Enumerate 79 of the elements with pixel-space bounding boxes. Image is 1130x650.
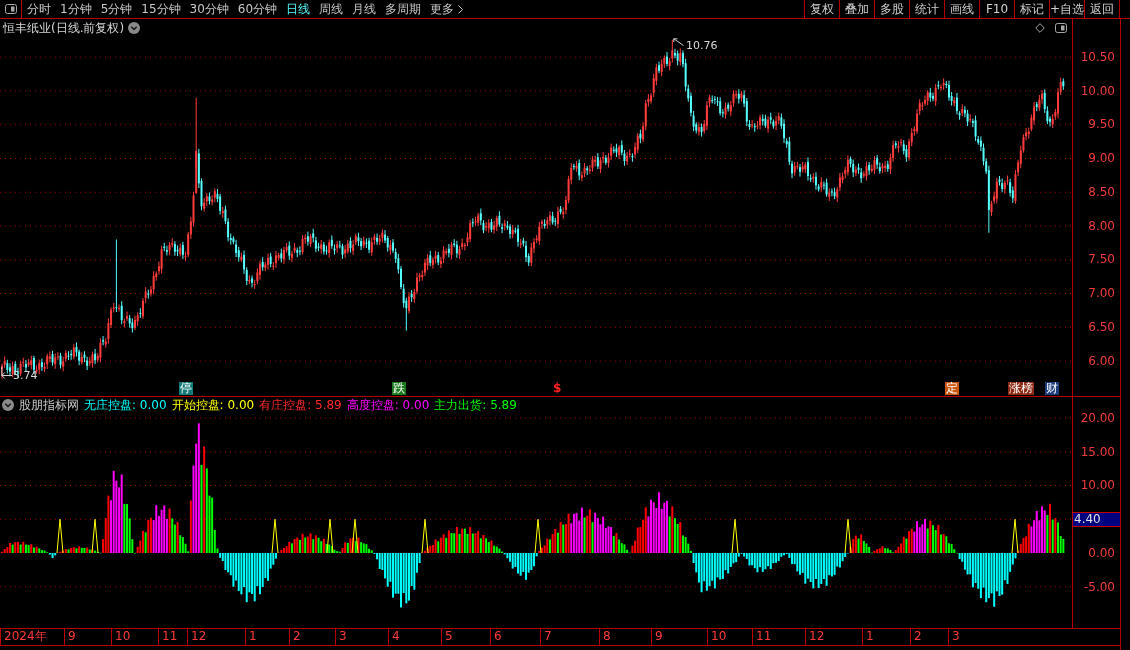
indicator-reading: 主力出货: 5.89 [434,398,517,412]
toolbar-button[interactable]: +自选 [1049,0,1084,18]
period-tab[interactable]: 月线 [352,2,377,16]
panel-toggle-icon[interactable] [1055,23,1067,33]
price-axis-label: 9.50 [1088,117,1115,132]
period-tab[interactable]: 周线 [319,2,344,16]
period-tab[interactable]: 1分钟 [60,2,92,16]
date-axis-label: 10 [711,629,727,643]
date-axis-label: 6 [494,629,502,643]
current-value-box: 4.40 [1073,511,1120,527]
period-tab[interactable]: 60分钟 [237,2,278,16]
price-axis-label: 7.50 [1088,252,1115,267]
price-axis-label: 7.00 [1088,286,1115,301]
toolbar-button[interactable]: F10 [979,0,1014,18]
price-axis-label: 6.50 [1088,319,1115,334]
date-axis-label: 12 [809,629,825,643]
toolbar-button[interactable]: 多股 [874,0,909,18]
price-axis-label: 10.00 [1080,83,1115,98]
indicator-axis-label: 20.00 [1080,410,1115,425]
chart-marker-badge[interactable]: 跌 [392,382,406,395]
panel-toggle-icon[interactable] [4,4,17,14]
indicator-reading: 开始控盘: 0.00 [171,398,255,412]
chart-marker-badge[interactable]: 停 [179,382,193,395]
period-tab[interactable]: 分时 [27,2,51,16]
date-axis-label: 11 [756,629,772,643]
chart-marker-badge[interactable]: 涨榜 [1008,382,1034,395]
date-axis-label: 8 [603,629,611,643]
toolbar-button[interactable]: 标记 [1014,0,1049,18]
low-price-arrow-icon [1,367,12,379]
chevron-down-icon[interactable] [2,399,14,411]
date-axis-label: 2 [293,629,301,643]
period-tab[interactable]: 15分钟 [141,2,181,16]
date-axis-label: 11 [162,629,178,643]
diamond-icon[interactable] [1035,23,1045,33]
date-axis-label: 3 [952,629,960,643]
price-axis-label: 8.00 [1088,218,1115,233]
date-axis-label: 2024年 [4,629,47,643]
toolbar-button[interactable]: 复权 [804,0,839,18]
toolbar-button[interactable]: 叠加 [839,0,874,18]
indicator-reading: 高度控盘: 0.00 [346,398,430,412]
date-axis-label: 1 [249,629,257,643]
stock-title: 恒丰纸业(日线.前复权) [3,21,125,35]
chart-marker-badge[interactable]: 财 [1045,382,1059,395]
date-axis-label: 4 [392,629,400,643]
period-tab[interactable]: 日线 [286,2,311,16]
chevron-right-icon [458,4,464,14]
price-axis-label: 9.00 [1088,151,1115,166]
date-axis-label: 9 [655,629,663,643]
high-price-label: 10.76 [686,39,718,52]
more-periods-button[interactable]: 更多 [430,2,464,16]
date-axis-label: 3 [339,629,347,643]
price-axis-label: 6.00 [1088,353,1115,368]
period-tab[interactable]: 30分钟 [189,2,229,16]
price-axis-label: 8.50 [1088,184,1115,199]
date-axis-label: 10 [115,629,131,643]
date-axis-label: 2 [914,629,922,643]
price-axis-label: 10.50 [1080,49,1115,64]
indicator-reading: 无庄控盘: 0.00 [84,398,167,412]
date-axis-label: 1 [866,629,874,643]
toolbar-button[interactable]: 画线 [944,0,979,18]
indicator-reading: 有庄控盘: 5.89 [259,398,342,412]
date-axis-label: 7 [544,629,552,643]
chart-marker-sign[interactable]: $ [553,382,562,395]
indicator-axis-label: 15.00 [1080,444,1115,459]
low-price-label: 5.74 [13,369,38,382]
toolbar-button[interactable]: 统计 [909,0,944,18]
indicator-name: 股朋指标网 [19,398,79,412]
date-axis-label: 9 [68,629,76,643]
chart-marker-badge[interactable]: 定 [945,382,959,395]
period-tab[interactable]: 多周期 [385,2,422,16]
date-axis-label: 5 [445,629,453,643]
indicator-axis-label: -5.00 [1083,579,1115,594]
date-axis-label: 12 [191,629,207,643]
indicator-axis-label: 10.00 [1080,478,1115,493]
period-tab[interactable]: 5分钟 [100,2,133,16]
indicator-axis-label: 0.00 [1088,545,1115,560]
chevron-down-icon[interactable] [128,22,141,34]
toolbar-button[interactable]: 返回 [1084,0,1119,18]
high-price-arrow-icon [673,38,684,46]
